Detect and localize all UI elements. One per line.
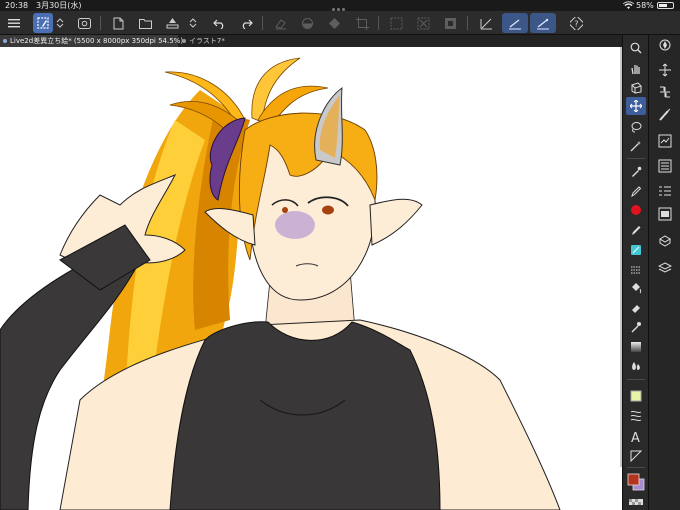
- fill-bucket-icon[interactable]: [626, 279, 646, 297]
- new-file-icon[interactable]: [108, 13, 128, 33]
- sub-tool-list-icon[interactable]: [653, 157, 677, 175]
- battery-icon: [657, 2, 674, 9]
- color-swatch-icon[interactable]: [625, 471, 647, 493]
- color-slider-icon[interactable]: [653, 205, 677, 223]
- svg-text:?: ?: [574, 19, 578, 28]
- pencil-icon[interactable]: [626, 221, 646, 239]
- undo-icon[interactable]: [209, 13, 229, 33]
- deselect-icon[interactable]: [413, 13, 433, 33]
- tab-label: イラスト7*: [189, 37, 225, 45]
- save-menu-chevron-icon[interactable]: [186, 13, 200, 33]
- eyedropper-icon[interactable]: [626, 163, 646, 181]
- tool-bar: A: [622, 35, 648, 510]
- move-layer-icon[interactable]: [626, 97, 646, 115]
- svg-text:A: A: [631, 431, 640, 443]
- snap-grid-icon[interactable]: [530, 13, 556, 33]
- chevron-updown-icon[interactable]: [53, 13, 67, 33]
- clip-studio-window: 20:38 3月30日(水) 58% ? Live2d差異立ち絵* (5500 …: [0, 0, 680, 510]
- liquify-icon[interactable]: [626, 357, 646, 375]
- layer-property-icon[interactable]: [653, 132, 677, 150]
- document-tab-bar: Live2d差異立ち絵* (5500 x 8000px 350dpi 54.5%…: [0, 35, 622, 47]
- eraser-icon[interactable]: [626, 299, 646, 317]
- tab-live2d[interactable]: Live2d差異立ち絵* (5500 x 8000px 350dpi 54.5%…: [0, 35, 183, 47]
- battery-percent: 58%: [636, 1, 654, 10]
- zoom-icon[interactable]: [626, 39, 646, 57]
- lasso-icon[interactable]: [626, 118, 646, 136]
- tool-property-icon[interactable]: [653, 182, 677, 200]
- airbrush-icon[interactable]: [626, 241, 646, 259]
- gradient-icon[interactable]: [626, 338, 646, 356]
- crop-icon[interactable]: [352, 13, 372, 33]
- blend-icon[interactable]: [626, 318, 646, 336]
- artwork: [0, 57, 561, 510]
- balloon-icon[interactable]: [626, 447, 646, 465]
- menu-icon[interactable]: [4, 13, 24, 33]
- magic-wand-icon[interactable]: [626, 137, 646, 155]
- tab-label: Live2d差異立ち絵* (5500 x 8000px 350dpi 54.5%…: [10, 37, 184, 45]
- palette-bar: [648, 35, 680, 510]
- brush-icon[interactable]: [626, 201, 646, 219]
- transparent-color-icon[interactable]: [626, 497, 646, 507]
- brush-size-icon[interactable]: [653, 106, 677, 124]
- layers-icon[interactable]: [653, 259, 677, 277]
- transform-tool-icon[interactable]: [653, 61, 677, 79]
- decoration-icon[interactable]: [626, 261, 646, 279]
- figure-icon[interactable]: [626, 387, 646, 405]
- object-icon[interactable]: [626, 79, 646, 97]
- save-icon[interactable]: [162, 13, 182, 33]
- fill-icon[interactable]: [297, 13, 317, 33]
- screen-icon[interactable]: [74, 13, 94, 33]
- multitask-dots[interactable]: [332, 3, 348, 11]
- ios-status-bar: 20:38 3月30日(水) 58%: [0, 0, 680, 11]
- select-all-icon[interactable]: [386, 13, 406, 33]
- snap-off-icon[interactable]: [476, 13, 496, 33]
- frame-icon[interactable]: [626, 406, 646, 424]
- hand-icon[interactable]: [626, 60, 646, 78]
- select-layer-icon[interactable]: [33, 13, 53, 33]
- date: 3月30日(水): [36, 1, 82, 10]
- navigator-icon[interactable]: [653, 36, 677, 54]
- snap-ruler-icon[interactable]: [502, 13, 528, 33]
- material-icon[interactable]: [653, 232, 677, 250]
- help-icon[interactable]: ?: [566, 13, 586, 33]
- open-folder-icon[interactable]: [135, 13, 155, 33]
- command-bar: ?: [0, 11, 680, 35]
- text-icon[interactable]: A: [626, 427, 646, 445]
- redo-icon[interactable]: [236, 13, 256, 33]
- clear-icon[interactable]: [270, 13, 290, 33]
- invert-selection-icon[interactable]: [440, 13, 460, 33]
- drawing-canvas[interactable]: [0, 47, 622, 510]
- clock: 20:38: [5, 1, 29, 10]
- tab-illust7[interactable]: イラスト7*: [179, 35, 269, 47]
- pen-icon[interactable]: [626, 182, 646, 200]
- transform-icon[interactable]: [324, 13, 344, 33]
- rotate-icon[interactable]: [653, 83, 677, 101]
